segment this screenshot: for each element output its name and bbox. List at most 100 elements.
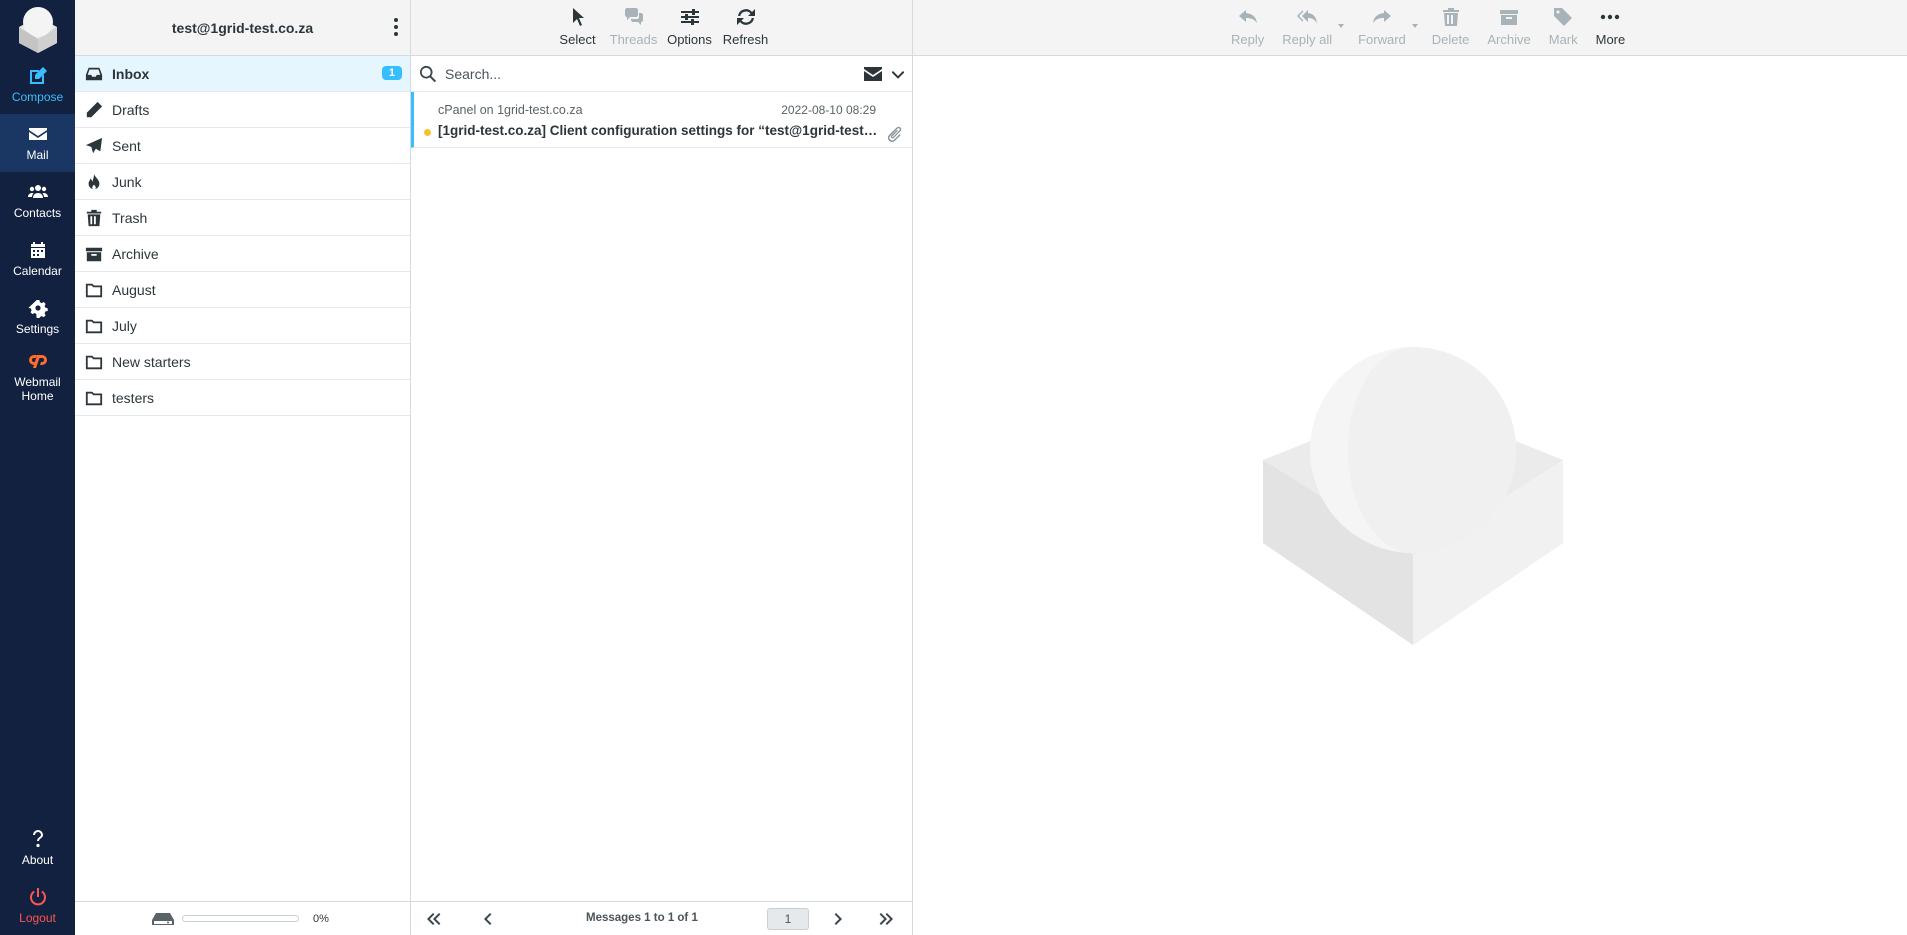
archive-label: Archive <box>1487 32 1531 47</box>
list-toolbar: Select Threads Options Refresh <box>411 0 912 56</box>
options-button[interactable]: Options <box>662 0 718 55</box>
nav-settings-label: Settings <box>15 322 60 336</box>
folder-label: Junk <box>112 173 142 190</box>
forward-dropdown-icon[interactable] <box>1411 24 1418 28</box>
folder-label: Trash <box>112 209 148 226</box>
forward-button[interactable]: Forward <box>1349 0 1418 55</box>
empty-watermark-icon <box>1263 347 1563 645</box>
folder-label: August <box>112 281 156 298</box>
reply-icon <box>1238 10 1257 23</box>
folder-menu-button[interactable] <box>390 16 402 38</box>
tag-icon <box>1554 8 1573 26</box>
gear-icon <box>27 299 48 318</box>
nav-mail[interactable]: Mail <box>0 114 75 172</box>
forward-label: Forward <box>1358 32 1406 47</box>
reply-button[interactable]: Reply <box>1222 0 1273 55</box>
folder-archive[interactable]: Archive <box>75 236 410 272</box>
nav-webmail-home[interactable]: Webmail Home <box>0 346 75 408</box>
folder-new-starters[interactable]: New starters <box>75 344 410 380</box>
refresh-button[interactable]: Refresh <box>718 0 774 55</box>
quota-bar <box>182 915 299 922</box>
pencil-icon <box>86 101 103 117</box>
nav-calendar-label: Calendar <box>13 264 62 278</box>
quota-percent: 0% <box>313 912 329 925</box>
folder-testers[interactable]: testers <box>75 380 410 416</box>
search-icon[interactable] <box>419 65 437 83</box>
last-page-icon[interactable] <box>877 909 897 929</box>
envelope-filter-icon[interactable] <box>864 66 882 81</box>
nav-about-label: About <box>21 853 54 867</box>
nav-contacts-label: Contacts <box>13 206 62 220</box>
mark-label: Mark <box>1548 32 1578 47</box>
folder-icon <box>85 355 103 369</box>
reply-all-button[interactable]: Reply all <box>1273 0 1345 55</box>
nav-contacts[interactable]: Contacts <box>0 172 75 230</box>
delete-label: Delete <box>1431 32 1470 47</box>
trash-icon <box>1442 8 1459 26</box>
paper-plane-icon <box>85 137 103 153</box>
previous-page-icon[interactable] <box>477 909 497 929</box>
kebab-dot <box>394 17 398 22</box>
archive-box-icon <box>1500 10 1519 25</box>
chat-bubbles-icon <box>624 8 643 25</box>
refresh-icon <box>736 9 755 25</box>
sliders-icon <box>680 9 699 25</box>
folder-sent[interactable]: Sent <box>75 128 410 164</box>
more-label: More <box>1595 32 1626 47</box>
nav-calendar[interactable]: Calendar <box>0 230 75 288</box>
first-page-icon[interactable] <box>423 909 443 929</box>
refresh-label: Refresh <box>722 32 769 47</box>
reply-all-dropdown-icon[interactable] <box>1338 24 1345 28</box>
search-bar <box>411 56 912 92</box>
pagination-info: Messages 1 to 1 of 1 <box>586 912 698 924</box>
select-button[interactable]: Select <box>550 0 606 55</box>
folder-label: Drafts <box>112 101 150 118</box>
threads-label: Threads <box>609 32 658 47</box>
message-row[interactable]: cPanel on 1grid-test.co.za 2022-08-10 08… <box>411 92 912 148</box>
folder-icon <box>85 391 103 405</box>
folder-august[interactable]: August <box>75 272 410 308</box>
message-preview-panel: Reply Reply all Forward Delete Archive M… <box>913 0 1907 935</box>
mark-button[interactable]: Mark <box>1540 0 1587 55</box>
chevron-down-icon[interactable] <box>892 68 904 80</box>
folder-panel: test@1grid-test.co.za Inbox 1 Drafts Sen… <box>75 0 411 935</box>
folder-july[interactable]: July <box>75 308 410 344</box>
inbox-icon <box>85 67 103 80</box>
more-button[interactable]: More <box>1587 0 1635 55</box>
logo-icon <box>18 7 57 53</box>
archive-box-icon <box>85 247 103 261</box>
delete-button[interactable]: Delete <box>1423 0 1479 55</box>
nav-about[interactable]: About <box>0 819 75 877</box>
nav-webmail-home-label-1: Webmail <box>14 375 61 389</box>
folder-junk[interactable]: Junk <box>75 164 410 200</box>
calendar-icon <box>30 242 45 258</box>
folder-inbox[interactable]: Inbox 1 <box>75 56 410 92</box>
cursor-arrow-icon <box>572 8 584 26</box>
envelope-icon <box>28 128 47 140</box>
roundcube-logo[interactable] <box>0 0 75 56</box>
folder-trash[interactable]: Trash <box>75 200 410 236</box>
nav-logout-label: Logout <box>19 911 56 925</box>
folder-label: Archive <box>112 245 159 262</box>
more-dots-icon <box>1601 14 1620 20</box>
nav-mail-label: Mail <box>26 148 49 162</box>
kebab-dot <box>394 24 398 29</box>
reply-all-label: Reply all <box>1282 32 1333 47</box>
users-icon <box>27 185 48 198</box>
folder-drafts[interactable]: Drafts <box>75 92 410 128</box>
paperclip-icon <box>887 126 902 142</box>
page-number-input[interactable]: 1 <box>767 908 809 930</box>
unread-dot-icon[interactable] <box>424 129 431 136</box>
search-input[interactable] <box>445 65 858 82</box>
nav-compose[interactable]: Compose <box>0 56 75 114</box>
nav-logout[interactable]: Logout <box>0 877 75 935</box>
archive-button[interactable]: Archive <box>1478 0 1539 55</box>
unread-count-badge: 1 <box>381 66 402 80</box>
pagination-footer: Messages 1 to 1 of 1 1 <box>411 901 913 935</box>
next-page-icon[interactable] <box>829 909 849 929</box>
folder-icon <box>85 283 103 297</box>
threads-button[interactable]: Threads <box>606 0 662 55</box>
nav-settings[interactable]: Settings <box>0 288 75 346</box>
folder-label: New starters <box>112 353 191 370</box>
question-icon <box>32 830 43 848</box>
